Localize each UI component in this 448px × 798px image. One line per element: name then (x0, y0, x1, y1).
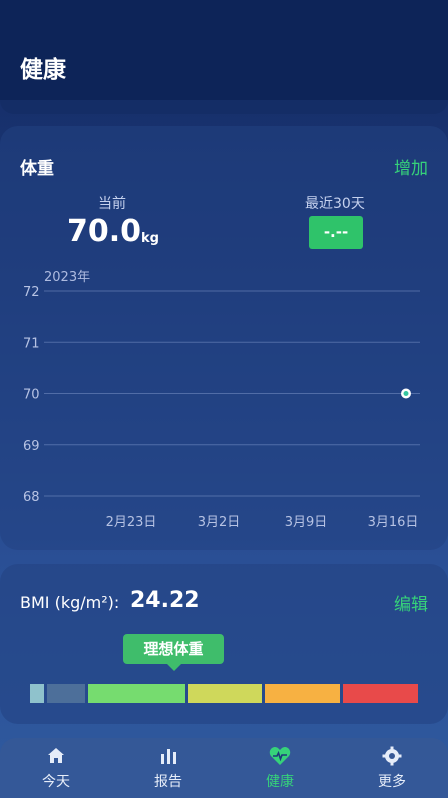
app-header: 健康 (0, 0, 448, 100)
nav-label-today: 今天 (42, 774, 70, 790)
bmi-segment-underweight (47, 684, 85, 703)
bar-chart-icon (112, 746, 224, 766)
current-weight-unit: kg (141, 231, 159, 246)
chart-y-tick: 69 (23, 439, 40, 454)
bottom-navigation: 今天 报告 健康 更多 (0, 738, 448, 798)
bmi-segment-obese-2 (343, 684, 418, 703)
nav-item-health[interactable]: 健康 (224, 738, 336, 798)
nav-item-report[interactable]: 报告 (112, 738, 224, 798)
current-weight-value: 70.0 (67, 214, 142, 249)
current-weight-label: 当前 (98, 196, 126, 212)
bmi-value: 24.22 (130, 588, 200, 613)
chart-x-tick: 2月23日 (106, 515, 157, 530)
nav-item-today[interactable]: 今天 (0, 738, 112, 798)
nav-label-report: 报告 (154, 774, 182, 790)
chart-y-tick: 71 (23, 336, 40, 351)
chart-x-tick: 3月2日 (198, 515, 241, 530)
chart-x-tick: 3月9日 (285, 515, 328, 530)
bmi-label: BMI (kg/m²): (20, 593, 120, 612)
weight-card: 体重 增加 当前 70.0 kg 最近30天 -.-- 2023年 72 71 70 6… (0, 126, 448, 550)
bmi-segment-overweight (188, 684, 262, 703)
nav-item-more[interactable]: 更多 (336, 738, 448, 798)
nav-label-more: 更多 (378, 774, 406, 790)
page-title: 健康 (20, 57, 66, 83)
chart-y-tick: 72 (23, 285, 40, 300)
edit-bmi-button[interactable]: 编辑 (394, 590, 428, 615)
bmi-segment-obese-1 (265, 684, 340, 703)
ideal-weight-tooltip: 理想体重 (123, 634, 224, 664)
nav-label-health: 健康 (266, 774, 294, 790)
add-weight-button[interactable]: 增加 (394, 154, 428, 179)
chart-year-label: 2023年 (44, 270, 90, 285)
weight-chart[interactable]: 2023年 72 71 70 69 68 2月23日 3月2日 3月9日 3月16日 (0, 256, 448, 546)
header-divider (0, 100, 448, 118)
gear-icon (336, 746, 448, 766)
chart-x-tick: 3月16日 (368, 515, 419, 530)
weight-title: 体重 (20, 159, 54, 179)
chart-y-tick: 68 (23, 490, 40, 505)
recent-30-days-label: 最近30天 (305, 196, 365, 212)
bmi-segment-underweight-light (30, 684, 44, 703)
chart-y-tick: 70 (23, 388, 40, 403)
heart-pulse-icon (224, 746, 336, 766)
chart-point (403, 391, 409, 396)
bmi-card: BMI (kg/m²): 24.22 编辑 理想体重 (0, 564, 448, 724)
home-icon (0, 746, 112, 766)
bmi-segment-normal (88, 684, 185, 703)
tooltip-arrow (167, 664, 181, 671)
recent-30-days-badge: -.-- (309, 216, 363, 249)
